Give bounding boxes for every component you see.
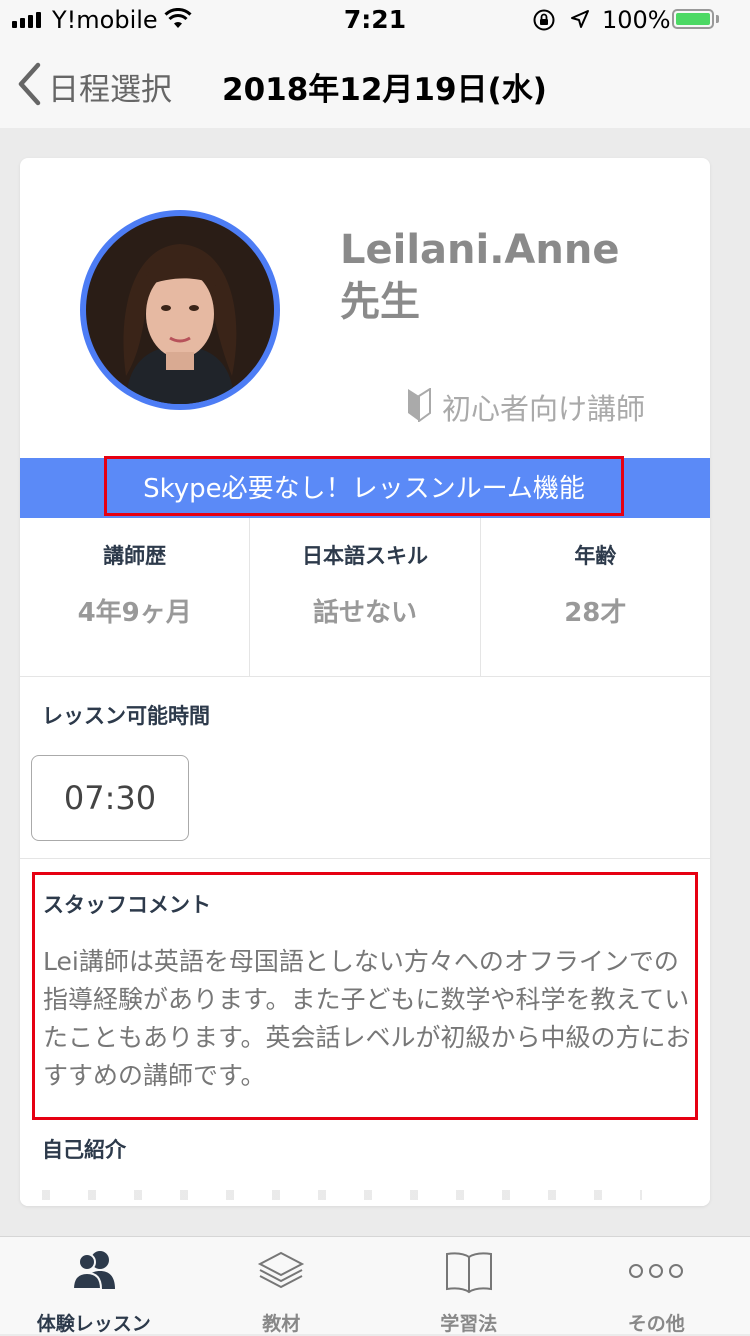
rotation-lock-icon (532, 8, 556, 36)
battery-percent: 100% (602, 6, 671, 34)
more-icon (628, 1249, 684, 1293)
divider (20, 858, 710, 859)
back-button[interactable]: 日程選択 (16, 62, 172, 110)
stat-label: 日本語スキル (250, 540, 479, 570)
tab-bar: 体験レッスン 教材 学習法 その他 (0, 1236, 750, 1334)
stat-japanese-skill: 日本語スキル 話せない (250, 518, 480, 676)
banner-text: Skype必要なし！レッスンルーム機能 (143, 468, 585, 505)
tab-label: その他 (563, 1309, 750, 1336)
avatar (80, 210, 280, 410)
status-bar: Y!mobile 7:21 100% (0, 0, 750, 40)
tab-label: 学習法 (375, 1309, 563, 1336)
stat-label: 年齢 (481, 540, 710, 570)
availability-title: レッスン可能時間 (42, 700, 210, 730)
stat-value: 28才 (481, 592, 710, 629)
tab-label: 教材 (188, 1309, 376, 1336)
teacher-card: Leilani.Anne 先生 初心者向け講師 Skype必要なし！レッスンルー… (20, 158, 710, 1206)
battery-tip (716, 15, 719, 23)
banner-highlight: Skype必要なし！レッスンルーム機能 (104, 456, 624, 516)
people-icon (70, 1249, 118, 1297)
time-slot-button[interactable]: 07:30 (31, 755, 189, 841)
staff-comment-section: スタッフコメント Lei講師は英語を母国語としない方々へのオフラインでの指導経験… (32, 872, 698, 1120)
lesson-room-banner[interactable]: Skype必要なし！レッスンルーム機能 (20, 458, 710, 518)
teacher-name: Leilani.Anne (340, 224, 619, 276)
beginner-badge: 初心者向け講師 (406, 386, 645, 428)
staff-comment-body: Lei講師は英語を母国語としない方々へのオフラインでの指導経験があります。また子… (43, 943, 693, 1095)
tab-other[interactable]: その他 (563, 1237, 750, 1334)
tab-materials[interactable]: 教材 (188, 1237, 376, 1334)
self-intro-title: 自己紹介 (42, 1134, 126, 1164)
book-icon (444, 1249, 494, 1299)
teacher-honorific: 先生 (340, 276, 619, 328)
tab-study-method[interactable]: 学習法 (375, 1237, 563, 1334)
tab-trial-lesson[interactable]: 体験レッスン (0, 1237, 188, 1334)
stat-value: 4年9ヶ月 (20, 592, 249, 629)
stat-experience: 講師歴 4年9ヶ月 (20, 518, 250, 676)
staff-comment-title: スタッフコメント (43, 889, 211, 919)
stat-label: 講師歴 (20, 540, 249, 570)
stat-age: 年齢 28才 (481, 518, 710, 676)
beginner-mark-icon (406, 388, 432, 426)
chevron-left-icon (16, 62, 42, 110)
layers-icon (256, 1249, 306, 1297)
stat-value: 話せない (250, 592, 479, 629)
location-arrow-icon (570, 9, 590, 33)
self-intro-preview (20, 1178, 710, 1206)
tab-label: 体験レッスン (0, 1309, 188, 1336)
navigation-bar: 日程選択 2018年12月19日(水) (0, 40, 750, 128)
teacher-photo (86, 216, 274, 404)
page-title: 2018年12月19日(水) (222, 64, 547, 109)
back-label: 日程選択 (48, 64, 172, 109)
battery-icon (672, 9, 714, 29)
teacher-stats: 講師歴 4年9ヶ月 日本語スキル 話せない 年齢 28才 (20, 518, 710, 677)
beginner-badge-label: 初心者向け講師 (442, 386, 645, 428)
teacher-name-block: Leilani.Anne 先生 (340, 224, 619, 328)
